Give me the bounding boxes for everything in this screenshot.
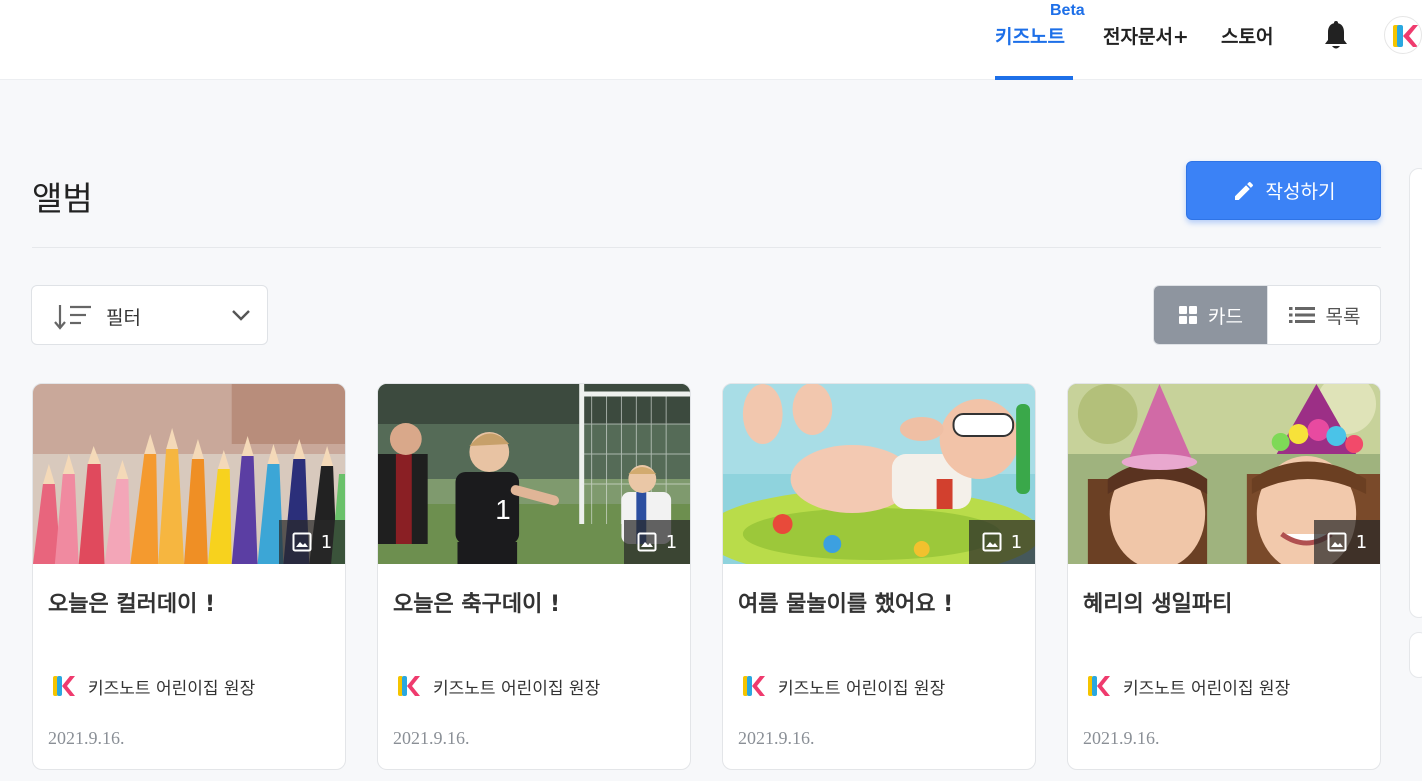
- view-toggle: 카드 목록: [1153, 285, 1381, 345]
- pencil-icon: [1234, 181, 1253, 200]
- view-card-label: 카드: [1208, 305, 1243, 328]
- bell-icon[interactable]: [1321, 20, 1351, 52]
- kidsnote-logo-icon: [53, 676, 75, 696]
- album-card[interactable]: 1 여름 물놀이를 했어요 ! 키즈노트 어린이집 원장 2021.9.16.: [722, 383, 1036, 770]
- title-divider: [32, 247, 1381, 248]
- photo-count: 1: [1010, 531, 1023, 553]
- author-name: 키즈노트 어린이집 원장: [88, 678, 256, 699]
- filter-label: 필터: [106, 307, 141, 329]
- side-panel-button[interactable]: [1409, 632, 1422, 678]
- image-icon: [292, 532, 312, 552]
- view-list-button[interactable]: 목록: [1267, 286, 1380, 344]
- album-title: 오늘은 축구데이 !: [393, 592, 561, 617]
- album-title: 오늘은 컬러데이 !: [48, 592, 216, 617]
- album-card[interactable]: 1 혜리의 생일파티 키즈노트 어린이집 원장 2021.9.16.: [1067, 383, 1381, 770]
- album-thumbnail: 1: [723, 384, 1035, 564]
- kidsnote-logo-icon: [398, 676, 420, 696]
- nav-active-indicator: [995, 76, 1073, 80]
- write-button-label: 작성하기: [1265, 181, 1336, 203]
- photo-count: 1: [665, 531, 678, 553]
- album-thumbnail: 1: [33, 384, 345, 564]
- top-header: Beta 키즈노트 전자문서+ 스토어: [0, 0, 1422, 80]
- album-thumbnail: 1 1: [378, 384, 690, 564]
- photo-count: 1: [1355, 531, 1368, 553]
- kidsnote-logo-icon: [1088, 676, 1110, 696]
- album-author: 키즈노트 어린이집 원장: [50, 673, 255, 699]
- view-card-button[interactable]: 카드: [1154, 286, 1267, 344]
- album-date: 2021.9.16.: [393, 728, 470, 748]
- nav-edocs[interactable]: 전자문서+: [1103, 22, 1189, 49]
- album-author: 키즈노트 어린이집 원장: [395, 673, 600, 699]
- album-date: 2021.9.16.: [48, 728, 125, 748]
- author-name: 키즈노트 어린이집 원장: [1123, 678, 1291, 699]
- image-icon: [1327, 532, 1347, 552]
- svg-text:1: 1: [495, 494, 510, 525]
- photo-count-badge: 1: [624, 520, 690, 564]
- album-date: 2021.9.16.: [1083, 728, 1160, 748]
- chevron-down-icon: [232, 310, 250, 321]
- write-button[interactable]: 작성하기: [1186, 161, 1381, 220]
- author-name: 키즈노트 어린이집 원장: [433, 678, 601, 699]
- photo-count-badge: 1: [969, 520, 1035, 564]
- album-title: 여름 물놀이를 했어요 !: [738, 592, 954, 617]
- photo-count-badge: 1: [279, 520, 345, 564]
- album-card[interactable]: 1 1 오늘은 축구데이 ! 키즈노트 어린이집 원장 2021.9.16.: [377, 383, 691, 770]
- filter-dropdown[interactable]: 필터: [31, 285, 268, 345]
- image-icon: [637, 532, 657, 552]
- sort-icon: [54, 305, 91, 330]
- beta-badge: Beta: [1050, 2, 1085, 19]
- photo-count-badge: 1: [1314, 520, 1380, 564]
- album-date: 2021.9.16.: [738, 728, 815, 748]
- page-title: 앨범: [32, 179, 93, 218]
- nav-kidsnote[interactable]: 키즈노트: [995, 22, 1065, 49]
- album-title: 혜리의 생일파티: [1083, 592, 1233, 617]
- grid-icon: [1179, 306, 1198, 324]
- album-author: 키즈노트 어린이집 원장: [1085, 673, 1290, 699]
- list-icon: [1288, 307, 1315, 323]
- view-list-label: 목록: [1325, 305, 1361, 328]
- kidsnote-logo-icon: [743, 676, 765, 696]
- author-name: 키즈노트 어린이집 원장: [778, 678, 946, 699]
- nav-store[interactable]: 스토어: [1221, 22, 1273, 49]
- side-panel: [1409, 168, 1422, 618]
- profile-logo-icon[interactable]: [1384, 16, 1422, 54]
- image-icon: [982, 532, 1002, 552]
- album-thumbnail: 1: [1068, 384, 1380, 564]
- album-card[interactable]: 1 오늘은 컬러데이 ! 키즈노트 어린이집 원장 2021.9.16.: [32, 383, 346, 770]
- album-author: 키즈노트 어린이집 원장: [740, 673, 945, 699]
- photo-count: 1: [320, 531, 333, 553]
